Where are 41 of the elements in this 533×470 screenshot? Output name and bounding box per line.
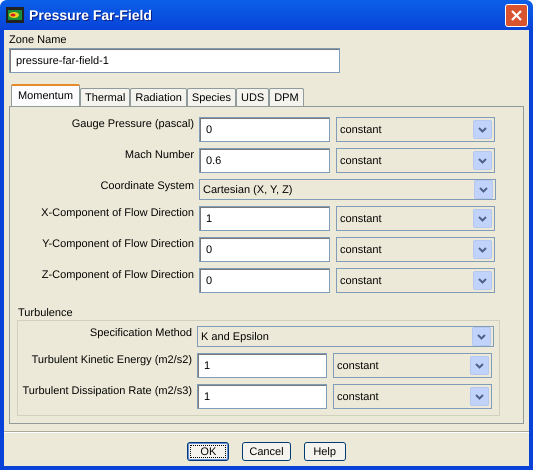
method-dropdown[interactable]: constant (336, 148, 495, 173)
tab[interactable]: Thermal (80, 88, 130, 106)
field-label: Mach Number (124, 148, 194, 161)
field-label: X-Component of Flow Direction (40, 206, 194, 219)
app-icon (6, 7, 24, 23)
dialog-button[interactable]: Cancel (242, 442, 291, 461)
tab[interactable]: Species (186, 88, 236, 106)
field-label: Gauge Pressure (pascal) (70, 117, 194, 130)
window-title: Pressure Far-Field (29, 7, 153, 23)
zone-name-label: Zone Name (9, 34, 68, 46)
field-label: Specification Method (88, 326, 192, 339)
method-dropdown[interactable]: constant (336, 268, 495, 293)
method-dropdown[interactable]: constant (336, 117, 495, 142)
tab[interactable]: Radiation (130, 88, 187, 106)
method-dropdown[interactable]: constant (336, 237, 495, 262)
value-field[interactable]: 0 (199, 237, 330, 262)
field-label: Z-Component of Flow Direction (40, 268, 194, 281)
method-dropdown[interactable]: constant (333, 353, 492, 378)
field-label: Turbulent Kinetic Energy (m2/s2) (30, 353, 192, 366)
value-field[interactable]: 0 (199, 117, 330, 142)
option-dropdown[interactable]: Cartesian (X, Y, Z) (199, 179, 496, 200)
method-dropdown[interactable]: constant (336, 206, 495, 231)
value-field[interactable]: 0.6 (199, 148, 330, 173)
value-field[interactable]: 0 (199, 268, 330, 293)
zone-name-field[interactable]: pressure-far-field-1 (9, 48, 340, 73)
group-title: Turbulence (18, 307, 74, 319)
method-dropdown[interactable]: constant (333, 384, 492, 409)
value-field[interactable]: 1 (197, 353, 327, 378)
value-field[interactable]: 1 (199, 206, 330, 231)
dialog-button[interactable]: OK (187, 442, 230, 461)
field-label: Turbulent Dissipation Rate (m2/s3) (21, 384, 192, 397)
close-icon (510, 8, 523, 22)
option-dropdown[interactable]: K and Epsilon (197, 326, 494, 347)
tab[interactable]: UDS (236, 88, 270, 106)
field-label: Y-Component of Flow Direction (41, 237, 194, 250)
field-label: Coordinate System (99, 179, 194, 192)
close-button[interactable] (505, 4, 528, 26)
value-field[interactable]: 1 (197, 384, 327, 409)
tab[interactable]: Momentum (11, 84, 80, 106)
tab[interactable]: DPM (269, 88, 304, 106)
dialog-button[interactable]: Help (304, 442, 346, 461)
